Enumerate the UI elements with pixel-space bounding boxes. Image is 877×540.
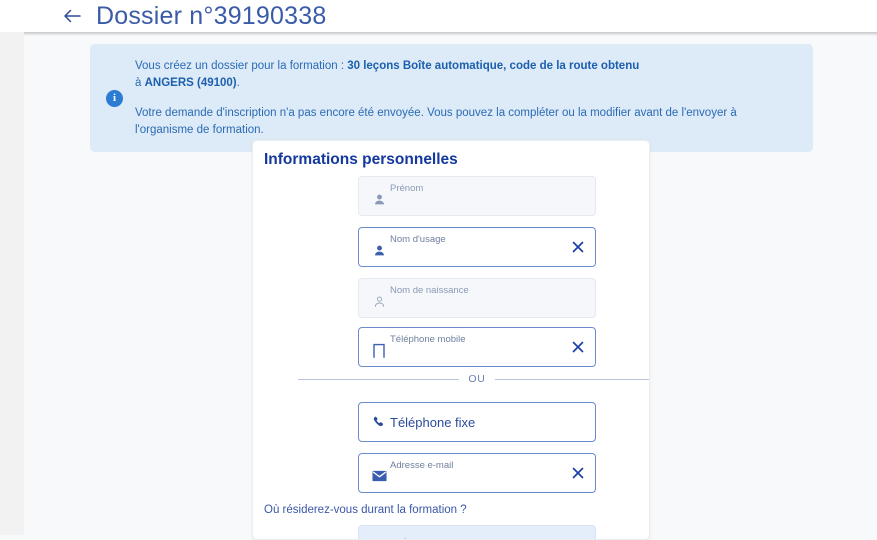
person-icon bbox=[368, 228, 390, 266]
banner-line1-prefix: Vous créez un dossier pour la formation … bbox=[135, 60, 348, 72]
field-telephone-fixe-body: Téléphone fixe bbox=[390, 403, 595, 441]
residence-option-domicile[interactable]: À mon adresse de domicile bbox=[358, 525, 596, 539]
field-nom-usage-label: Nom d'usage bbox=[390, 234, 446, 245]
info-banner-text: Vous créez un dossier pour la formation … bbox=[135, 58, 797, 139]
residence-question-label: Où résiderez-vous durant la formation ? bbox=[264, 504, 467, 516]
header-divider bbox=[0, 32, 877, 36]
field-nom-usage-body: Nom d'usage bbox=[390, 228, 565, 266]
app-header: Dossier n°39190338 bbox=[0, 0, 877, 32]
clear-telephone-mobile-icon[interactable] bbox=[565, 328, 591, 366]
smartphone-icon bbox=[368, 328, 390, 366]
info-banner: i Vous créez un dossier pour la formatio… bbox=[90, 44, 813, 152]
field-telephone-fixe[interactable]: Téléphone fixe bbox=[358, 402, 596, 442]
banner-city: ANGERS (49100) bbox=[144, 77, 237, 89]
field-telephone-mobile-label: Téléphone mobile bbox=[390, 334, 466, 345]
field-nom-naissance[interactable]: Nom de naissance bbox=[358, 278, 596, 318]
page-content: i Vous créez un dossier pour la formatio… bbox=[24, 36, 877, 540]
clear-nom-usage-icon[interactable] bbox=[565, 228, 591, 266]
field-telephone-mobile-body: Téléphone mobile bbox=[390, 328, 565, 366]
info-banner-line-2: Votre demande d'inscription n'a pas enco… bbox=[135, 107, 737, 136]
banner-formation-name: 30 leçons Boîte automatique, code de la … bbox=[347, 60, 640, 72]
banner-city-prefix: à bbox=[135, 77, 145, 89]
info-banner-line-1: Vous créez un dossier pour la formation … bbox=[135, 58, 797, 92]
personal-information-card: Informations personnelles Prénom Nom d'u… bbox=[252, 140, 650, 540]
page-title: Dossier n°39190338 bbox=[96, 1, 327, 30]
left-gutter-strip bbox=[0, 0, 24, 535]
person-outline-icon bbox=[368, 279, 390, 317]
back-arrow-icon[interactable] bbox=[62, 6, 82, 26]
field-prenom[interactable]: Prénom bbox=[358, 176, 596, 216]
card-title: Informations personnelles bbox=[264, 151, 458, 168]
or-divider: OU bbox=[298, 373, 649, 385]
info-icon: i bbox=[106, 90, 123, 107]
divider-rule-right bbox=[494, 378, 649, 380]
left-gutter-top bbox=[0, 0, 24, 32]
person-icon bbox=[368, 177, 390, 215]
field-telephone-mobile[interactable]: Téléphone mobile bbox=[358, 327, 596, 367]
envelope-icon bbox=[368, 454, 390, 492]
phone-icon bbox=[368, 403, 390, 441]
field-telephone-fixe-label: Téléphone fixe bbox=[390, 414, 476, 430]
field-adresse-email-label: Adresse e-mail bbox=[390, 460, 454, 471]
divider-rule-left bbox=[298, 378, 460, 380]
field-nom-usage[interactable]: Nom d'usage bbox=[358, 227, 596, 267]
field-adresse-email[interactable]: Adresse e-mail bbox=[358, 453, 596, 493]
field-adresse-email-body: Adresse e-mail bbox=[390, 454, 565, 492]
clear-adresse-email-icon[interactable] bbox=[565, 454, 591, 492]
field-prenom-body: Prénom bbox=[390, 177, 595, 215]
field-nom-naissance-label: Nom de naissance bbox=[390, 285, 469, 296]
field-prenom-label: Prénom bbox=[390, 183, 424, 194]
header-content: Dossier n°39190338 bbox=[62, 0, 326, 32]
divider-label: OU bbox=[468, 373, 486, 385]
field-nom-naissance-body: Nom de naissance bbox=[390, 279, 595, 317]
banner-city-end: . bbox=[236, 77, 240, 89]
